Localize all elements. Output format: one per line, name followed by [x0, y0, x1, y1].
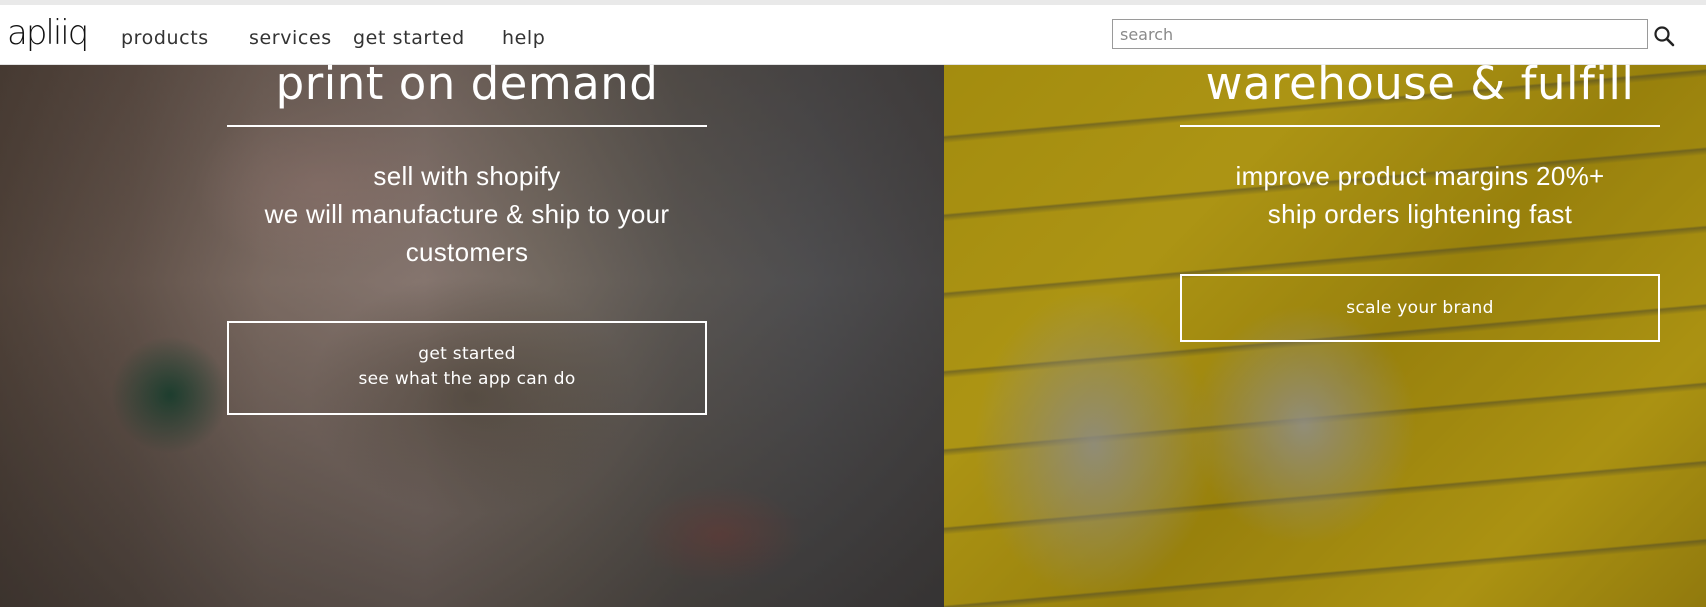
print-on-demand-title: print on demand: [275, 57, 659, 110]
description-line: we will manufacture & ship to your: [264, 199, 670, 229]
scale-your-brand-button[interactable]: scale your brand: [1180, 274, 1660, 342]
warehouse-description: improve product margins 20%+ ship orders…: [1180, 157, 1660, 233]
nav-help[interactable]: help: [502, 27, 545, 49]
search-icon[interactable]: [1653, 25, 1675, 47]
title-divider: [1180, 125, 1660, 127]
warehouse-panel: warehouse & fulfill improve product marg…: [1180, 54, 1660, 342]
apliiq-logo[interactable]: apliiq: [7, 9, 91, 57]
see-app-label: see what the app can do: [358, 369, 576, 389]
title-divider: [227, 125, 707, 127]
nav-products[interactable]: products: [121, 27, 209, 49]
print-on-demand-panel: print on demand sell with shopify we wil…: [227, 54, 707, 415]
description-line: improve product margins 20%+: [1235, 161, 1605, 191]
search-input[interactable]: [1112, 19, 1648, 49]
description-line: ship orders lightening fast: [1267, 199, 1573, 229]
print-on-demand-description: sell with shopify we will manufacture & …: [227, 157, 707, 271]
nav-get-started[interactable]: get started: [353, 27, 465, 49]
description-line: sell with shopify: [373, 161, 561, 191]
get-started-label: get started: [418, 344, 516, 364]
nav-services[interactable]: services: [249, 27, 332, 49]
description-line: customers: [405, 237, 529, 267]
scale-your-brand-label: scale your brand: [1346, 298, 1494, 318]
get-started-button[interactable]: get started see what the app can do: [227, 321, 707, 415]
warehouse-title: warehouse & fulfill: [1205, 57, 1635, 110]
